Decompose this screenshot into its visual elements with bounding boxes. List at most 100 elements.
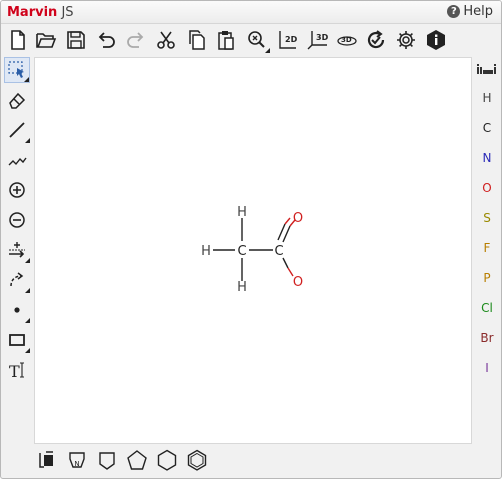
- bond-menu-indicator: [25, 138, 30, 143]
- clean-3d-button[interactable]: 3D: [304, 27, 330, 53]
- electron-flow-icon: [10, 272, 24, 287]
- benzene-icon: [187, 449, 207, 471]
- benzene-button[interactable]: [184, 447, 210, 473]
- template-library-button[interactable]: [34, 447, 60, 473]
- cyclopentane-icon: [127, 450, 147, 470]
- element-O-label: O: [482, 181, 492, 195]
- element-Br-label: Br: [480, 331, 494, 345]
- open-button[interactable]: [33, 27, 59, 53]
- shape-tool-button[interactable]: [4, 327, 30, 353]
- atom-C2: C: [274, 244, 283, 259]
- atom-H3: H: [237, 280, 247, 295]
- clean-3d-icon: 3D: [307, 31, 328, 50]
- new-document-button[interactable]: [5, 27, 31, 53]
- element-N-label: N: [482, 151, 492, 165]
- bond-C2-O2: [282, 257, 294, 277]
- marvin-editor-window: Marvin JS ? Help 2D 3D 3D T H H C H C O …: [0, 0, 502, 479]
- negative-charge-icon: [9, 212, 25, 228]
- element-Cl-button[interactable]: Cl: [473, 296, 501, 320]
- undo-icon: [98, 32, 115, 48]
- negative-charge-button[interactable]: [4, 207, 30, 233]
- atom-C1: C: [237, 244, 246, 259]
- cyclohexane-button[interactable]: [154, 447, 180, 473]
- copy-button[interactable]: [183, 27, 209, 53]
- cut-button[interactable]: [153, 27, 179, 53]
- radical-dot-icon: [14, 307, 20, 313]
- app-brand: Marvin JS: [7, 5, 74, 20]
- positive-charge-button[interactable]: [4, 177, 30, 203]
- element-Cl-label: Cl: [481, 301, 493, 315]
- zoom-button[interactable]: [244, 27, 270, 53]
- positive-charge-icon: [9, 182, 25, 198]
- element-C-label: C: [482, 121, 492, 135]
- info-icon: [427, 30, 445, 50]
- element-S-button[interactable]: S: [473, 206, 501, 230]
- element-F-button[interactable]: F: [473, 236, 501, 260]
- element-N-button[interactable]: N: [473, 146, 501, 170]
- chain-icon: [8, 157, 27, 166]
- element-I-label: I: [485, 361, 489, 375]
- 3d-view-icon: 3D: [337, 36, 357, 46]
- element-S-label: S: [483, 211, 491, 225]
- check-structure-button[interactable]: [363, 27, 389, 53]
- settings-gear-icon: [397, 31, 415, 49]
- settings-button[interactable]: [393, 27, 419, 53]
- reaction-arrow-button[interactable]: [4, 237, 30, 263]
- element-O-button[interactable]: O: [473, 176, 501, 200]
- clean-3d-label: 3D: [316, 33, 328, 42]
- drawing-canvas[interactable]: H H C H C O O: [34, 57, 472, 444]
- new-document-icon: [11, 30, 25, 50]
- cyclopentane-button[interactable]: [124, 447, 150, 473]
- eraser-tool-button[interactable]: [4, 87, 30, 113]
- 3d-view-label: 3D: [341, 36, 352, 44]
- cyclohexane-icon: [157, 449, 177, 471]
- text-tool-label: T: [9, 362, 20, 380]
- periodic-table-button[interactable]: [473, 57, 501, 81]
- 3d-view-button[interactable]: 3D: [334, 27, 360, 53]
- cut-icon: [157, 31, 175, 49]
- brand-sub: JS: [61, 5, 74, 20]
- reaction-arrow-icon: [9, 242, 25, 258]
- paste-button[interactable]: [213, 27, 239, 53]
- molecule-structure: H H C H C O O: [201, 205, 303, 295]
- left-toolbar: T: [1, 55, 33, 395]
- rectangle-shape-icon: [9, 334, 25, 346]
- select-tool-button[interactable]: [4, 57, 30, 83]
- peptide-template-label: N: [74, 460, 79, 468]
- atom-O1: O: [293, 211, 303, 226]
- check-structure-icon: [367, 30, 385, 49]
- chain-tool-button[interactable]: [4, 147, 30, 173]
- cyclobutane-icon: [99, 452, 115, 470]
- element-H-button[interactable]: H: [473, 86, 501, 110]
- select-menu-indicator: [24, 77, 29, 82]
- bond-tool-button[interactable]: [4, 117, 30, 143]
- peptide-template-button[interactable]: N: [64, 447, 90, 473]
- clean-2d-button[interactable]: 2D: [274, 27, 300, 53]
- help-button[interactable]: ? Help: [447, 4, 493, 19]
- undo-button[interactable]: [93, 27, 119, 53]
- element-P-button[interactable]: P: [473, 266, 501, 290]
- about-button[interactable]: [423, 27, 449, 53]
- copy-icon: [189, 30, 205, 50]
- save-icon: [67, 31, 85, 49]
- element-toolbar: H C N O S F P Cl Br I: [473, 57, 501, 387]
- peptide-template-icon: N: [69, 452, 85, 468]
- redo-icon: [127, 32, 144, 48]
- template-toolbar: N: [34, 447, 474, 475]
- arrow-menu-indicator: [25, 258, 30, 263]
- help-label: Help: [463, 4, 493, 19]
- element-I-button[interactable]: I: [473, 356, 501, 380]
- cyclobutane-button[interactable]: [94, 447, 120, 473]
- main-toolbar: 2D 3D 3D: [1, 25, 501, 55]
- text-tool-button[interactable]: T: [4, 357, 30, 383]
- element-C-button[interactable]: C: [473, 116, 501, 140]
- element-Br-button[interactable]: Br: [473, 326, 501, 350]
- single-bond-icon: [9, 122, 25, 138]
- text-tool-icon: T: [9, 362, 24, 380]
- electron-flow-button[interactable]: [4, 267, 30, 293]
- clean-2d-label: 2D: [285, 35, 298, 44]
- redo-button[interactable]: [123, 27, 149, 53]
- element-P-label: P: [483, 271, 491, 285]
- save-button[interactable]: [63, 27, 89, 53]
- radical-tool-button[interactable]: [4, 297, 30, 323]
